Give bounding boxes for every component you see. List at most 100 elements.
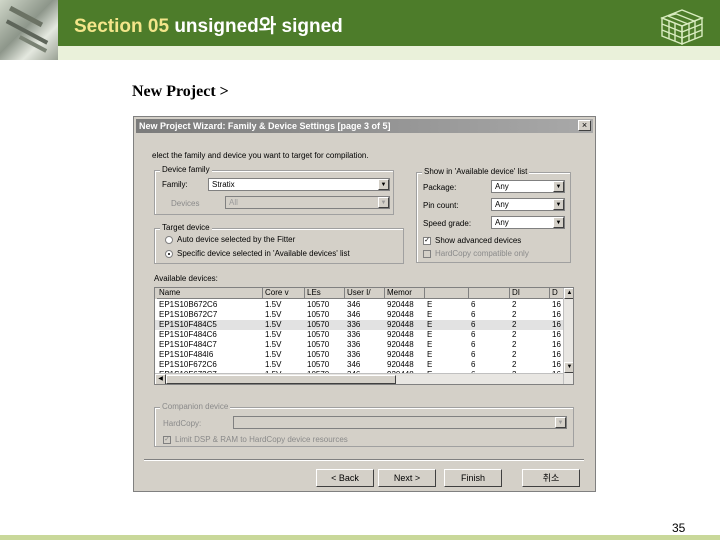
column-header[interactable]: User I/ (345, 288, 385, 299)
table-cell: E (427, 300, 433, 309)
next-button[interactable]: Next > (378, 469, 436, 487)
table-cell: 346 (347, 360, 361, 369)
slide-header: Section 05 unsigned와 signed (0, 0, 720, 46)
column-header[interactable]: DI (510, 288, 550, 299)
device-filter-group: Show in 'Available device' list Package:… (416, 167, 571, 263)
table-row[interactable]: EP1S10B672C6 1.5V 10570 346 920448 E 6 2 16 (155, 300, 573, 310)
specific-device-radio[interactable]: Specific device selected in 'Available d… (165, 249, 350, 258)
column-header[interactable]: Core v (263, 288, 305, 299)
table-cell: 2 (512, 300, 517, 309)
table-header: Name Core v LEs User I/Memor DI D (155, 288, 573, 299)
dialog-titlebar: New Project Wizard: Family & Device Sett… (136, 119, 593, 133)
hardcopy-select[interactable]: ▼ (233, 416, 567, 429)
table-row[interactable]: EP1S10B672C7 1.5V 10570 346 920448 E 6 2 16 (155, 310, 573, 320)
companion-device-group: Companion device HardCopy: ▼ ✓ Limit DSP … (154, 402, 574, 447)
table-cell: 10570 (307, 310, 330, 319)
table-cell: 6 (471, 340, 476, 349)
table-cell: 2 (512, 340, 517, 349)
table-cell: 346 (347, 310, 361, 319)
table-cell: 1.5V (265, 300, 282, 309)
show-advanced-label: Show advanced devices (435, 236, 522, 245)
hardcopy-only-checkbox[interactable]: HardCopy compatible only (423, 249, 529, 258)
table-cell: 920448 (387, 320, 414, 329)
header-photo (0, 0, 58, 60)
table-row[interactable]: EP1S10F484C6 1.5V 10570 336 920448 E 6 2 16 (155, 330, 573, 340)
finish-button[interactable]: Finish (444, 469, 502, 487)
column-header[interactable]: Name (157, 288, 263, 299)
radio-selected-icon (165, 249, 173, 258)
devices-select[interactable]: All ▼ (225, 196, 390, 209)
table-cell: E (427, 330, 433, 339)
table-cell: EP1S10F484C6 (159, 330, 217, 339)
table-cell: 920448 (387, 340, 414, 349)
table-cell: 10570 (307, 320, 330, 329)
table-cell: 920448 (387, 300, 414, 309)
close-button[interactable]: × (578, 120, 591, 131)
cancel-button[interactable]: 취소 (522, 469, 580, 487)
slide-title-rest: unsigned와 signed (169, 16, 343, 37)
scroll-left-icon[interactable]: ◀ (155, 374, 166, 384)
table-cell: 1.5V (265, 330, 282, 339)
button-separator (144, 459, 584, 461)
chevron-down-icon: ▼ (553, 217, 564, 228)
scroll-thumb[interactable] (166, 375, 396, 384)
devices-value: All (229, 198, 238, 207)
table-cell: 10570 (307, 360, 330, 369)
table-cell: 920448 (387, 350, 414, 359)
table-cell: 6 (471, 360, 476, 369)
package-label: Package: (423, 183, 457, 192)
table-row[interactable]: EP1S10F672C6 1.5V 10570 346 920448 E 6 2 16 (155, 360, 573, 370)
pin-count-select[interactable]: Any ▼ (491, 198, 565, 211)
horizontal-scrollbar[interactable]: ◀ (155, 373, 563, 384)
checkmark-icon: ✓ (423, 236, 431, 245)
companion-device-label: Companion device (160, 402, 231, 411)
slide-title: Section 05 unsigned와 signed (74, 11, 343, 38)
dialog-title: New Project Wizard: Family & Device Sett… (139, 121, 391, 131)
table-cell: 920448 (387, 310, 414, 319)
family-select[interactable]: Stratix ▼ (208, 178, 390, 191)
pin-count-value: Any (495, 200, 509, 209)
table-cell: EP1S10F672C6 (159, 360, 217, 369)
device-family-group: Device family Family: Stratix ▼ Devices … (154, 165, 394, 215)
table-row[interactable]: EP1S10F484C7 1.5V 10570 336 920448 E 6 2 16 (155, 340, 573, 350)
table-cell: E (427, 350, 433, 359)
chevron-down-icon: ▼ (553, 199, 564, 210)
new-project-wizard-dialog: New Project Wizard: Family & Device Sett… (133, 116, 596, 492)
vertical-scrollbar[interactable]: ▲ ▼ (563, 288, 573, 384)
table-cell: 2 (512, 330, 517, 339)
table-cell: 2 (512, 360, 517, 369)
limit-dsp-checkbox[interactable]: ✓ Limit DSP & RAM to HardCopy device reso… (163, 435, 348, 444)
table-cell: 6 (471, 330, 476, 339)
table-cell: 1.5V (265, 310, 282, 319)
checkmark-icon: ✓ (163, 435, 171, 444)
table-cell: 1.5V (265, 350, 282, 359)
column-header[interactable]: Memor (385, 288, 425, 299)
table-row[interactable]: EP1S10F484C5 1.5V 10570 336 920448 E 6 2 16 (155, 320, 573, 330)
chevron-down-icon: ▼ (555, 417, 566, 428)
column-header[interactable] (425, 288, 469, 299)
package-select[interactable]: Any ▼ (491, 180, 565, 193)
show-advanced-checkbox[interactable]: ✓ Show advanced devices (423, 236, 521, 245)
table-cell: 1.5V (265, 320, 282, 329)
hardcopy-only-label: HardCopy compatible only (435, 249, 529, 258)
back-button[interactable]: < Back (316, 469, 374, 487)
auto-device-radio[interactable]: Auto device selected by the Fitter (165, 235, 295, 244)
table-row[interactable]: EP1S10F484I6 1.5V 10570 336 920448 E 6 2 16 (155, 350, 573, 360)
table-cell: E (427, 320, 433, 329)
device-filter-label: Show in 'Available device' list (422, 167, 530, 176)
scroll-up-icon[interactable]: ▲ (564, 288, 573, 299)
column-header[interactable]: LEs (305, 288, 345, 299)
slide-title-section: Section 05 (74, 16, 170, 37)
column-header[interactable] (469, 288, 510, 299)
table-cell: EP1S10F484I6 (159, 350, 214, 359)
table-cell: EP1S10B672C7 (159, 310, 218, 319)
speed-grade-value: Any (495, 218, 509, 227)
table-cell: 1.5V (265, 360, 282, 369)
auto-device-label: Auto device selected by the Fitter (177, 235, 296, 244)
family-value: Stratix (212, 180, 235, 189)
scroll-down-icon[interactable]: ▼ (564, 362, 573, 373)
chevron-down-icon: ▼ (378, 197, 389, 208)
available-devices-table[interactable]: Name Core v LEs User I/Memor DI D EP1S10B672C… (154, 287, 574, 385)
speed-grade-select[interactable]: Any ▼ (491, 216, 565, 229)
target-device-group: Target device Auto device selected by th… (154, 223, 404, 264)
